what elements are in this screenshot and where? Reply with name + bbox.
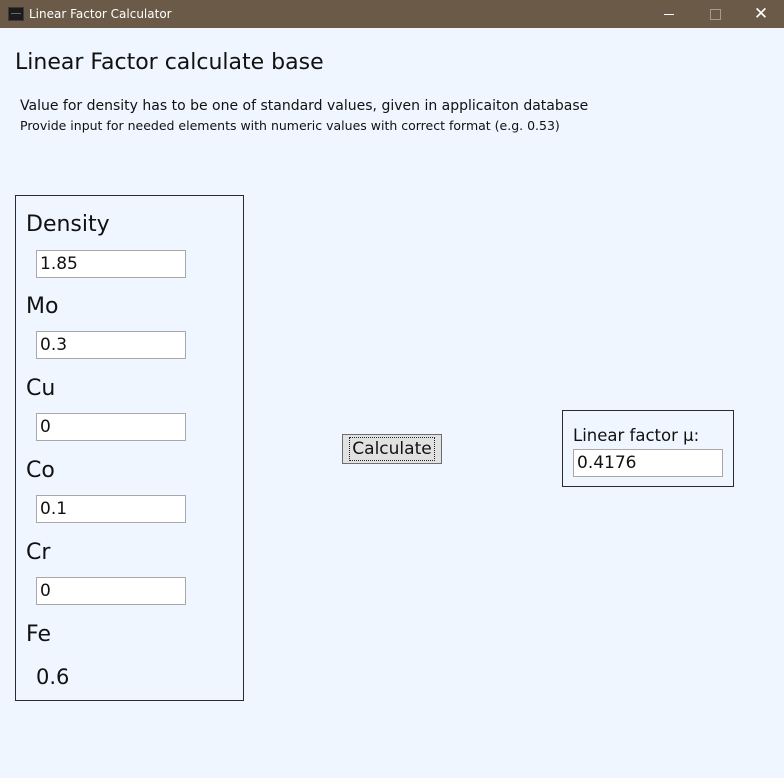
app-icon bbox=[8, 7, 24, 21]
minimize-button[interactable] bbox=[646, 0, 692, 28]
linear-factor-label: Linear factor µ: bbox=[573, 426, 700, 445]
fe-value: 0.6 bbox=[36, 665, 70, 689]
cu-label: Cu bbox=[26, 376, 56, 401]
minimize-icon bbox=[664, 13, 674, 15]
result-panel: Linear factor µ: bbox=[562, 410, 734, 487]
density-label: Density bbox=[26, 212, 110, 237]
window-title: Linear Factor Calculator bbox=[29, 7, 172, 21]
maximize-button[interactable] bbox=[692, 0, 738, 28]
element-input-panel: Density Mo Cu Co Cr Fe 0.6 bbox=[15, 195, 244, 701]
co-input[interactable] bbox=[36, 495, 186, 523]
calculate-button[interactable]: Calculate bbox=[342, 434, 442, 464]
calculate-button-label: Calculate bbox=[349, 437, 435, 461]
density-instructions: Value for density has to be one of stand… bbox=[20, 98, 589, 114]
page-heading: Linear Factor calculate base bbox=[15, 50, 324, 75]
cr-label: Cr bbox=[26, 540, 51, 565]
close-icon: ✕ bbox=[753, 3, 769, 24]
fe-label: Fe bbox=[26, 622, 51, 647]
cu-input[interactable] bbox=[36, 413, 186, 441]
maximize-icon bbox=[709, 8, 721, 20]
linear-factor-output[interactable] bbox=[573, 449, 723, 477]
cr-input[interactable] bbox=[36, 577, 186, 605]
input-format-instructions: Provide input for needed elements with n… bbox=[20, 118, 560, 133]
mo-label: Mo bbox=[26, 294, 59, 319]
close-button[interactable]: ✕ bbox=[738, 0, 784, 28]
title-bar: Linear Factor Calculator ✕ bbox=[0, 0, 784, 28]
density-input[interactable] bbox=[36, 250, 186, 278]
mo-input[interactable] bbox=[36, 331, 186, 359]
co-label: Co bbox=[26, 458, 55, 483]
